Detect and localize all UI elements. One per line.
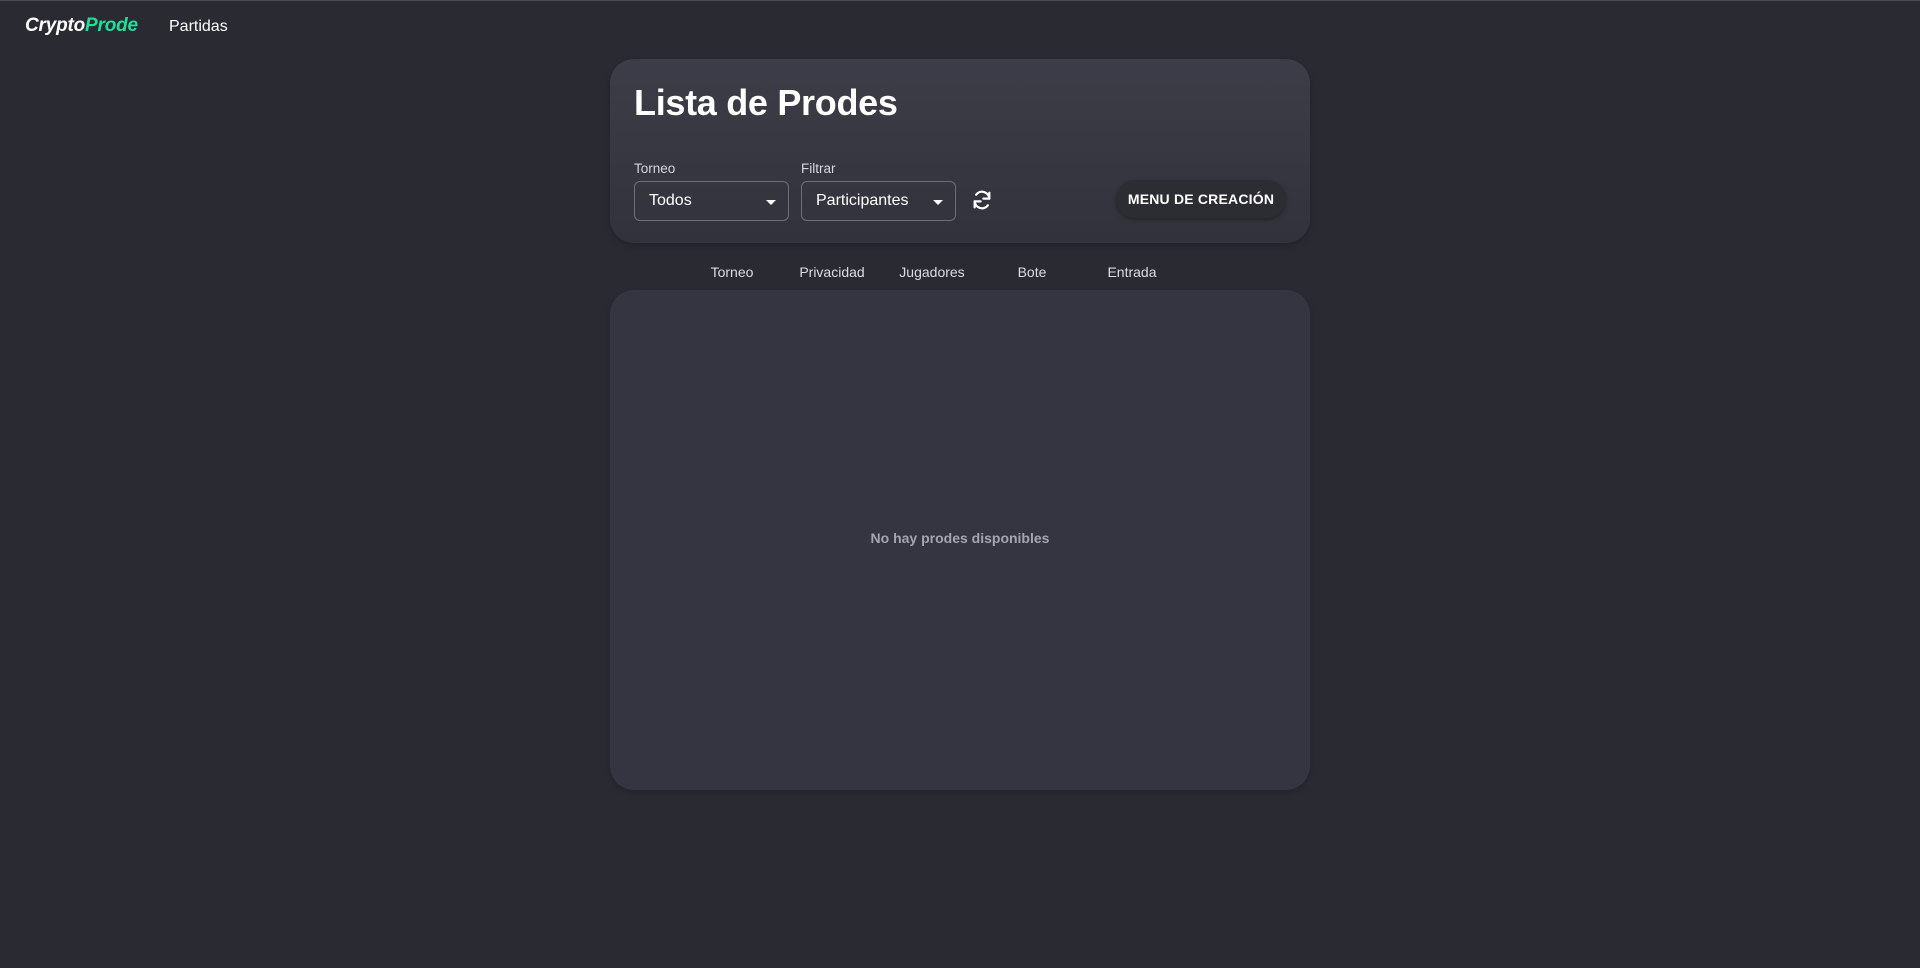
column-header-jugadores[interactable]: Jugadores	[882, 264, 982, 280]
refresh-button[interactable]	[968, 186, 996, 214]
filtrar-select[interactable]: Participantes	[801, 181, 956, 221]
filtrar-select-value: Participantes	[816, 192, 909, 209]
torneo-select[interactable]: Todos	[634, 181, 789, 221]
navbar: CryptoProde Partidas	[0, 1, 1920, 51]
prodes-list: No hay prodes disponibles	[610, 290, 1310, 790]
brand-logo[interactable]: CryptoProde	[25, 15, 138, 37]
column-header-bote[interactable]: Bote	[982, 264, 1082, 280]
chevron-down-icon	[933, 200, 943, 205]
chevron-down-icon	[766, 200, 776, 205]
brand-text-crypto: Crypto	[25, 15, 86, 36]
torneo-select-value: Todos	[649, 192, 692, 209]
page-title: Lista de Prodes	[634, 82, 898, 123]
column-header-entrada[interactable]: Entrada	[1082, 264, 1182, 280]
torneo-select-label: Torneo	[634, 161, 676, 176]
header-card: Lista de Prodes Torneo Todos Filtrar Par…	[610, 59, 1310, 243]
table-header: Torneo Privacidad Jugadores Bote Entrada	[0, 264, 1920, 284]
column-header-torneo[interactable]: Torneo	[682, 264, 782, 280]
brand-text-prode: Prode	[85, 15, 138, 36]
nav-link-partidas[interactable]: Partidas	[169, 18, 228, 36]
refresh-icon	[973, 190, 991, 210]
filtrar-select-group: Filtrar Participantes	[801, 160, 956, 221]
empty-state-message: No hay prodes disponibles	[870, 530, 1050, 546]
torneo-select-group: Torneo Todos	[634, 160, 789, 221]
create-menu-button[interactable]: MENU DE CREACIÓN	[1116, 180, 1286, 218]
filtrar-select-label: Filtrar	[801, 161, 836, 176]
column-header-privacidad[interactable]: Privacidad	[782, 264, 882, 280]
